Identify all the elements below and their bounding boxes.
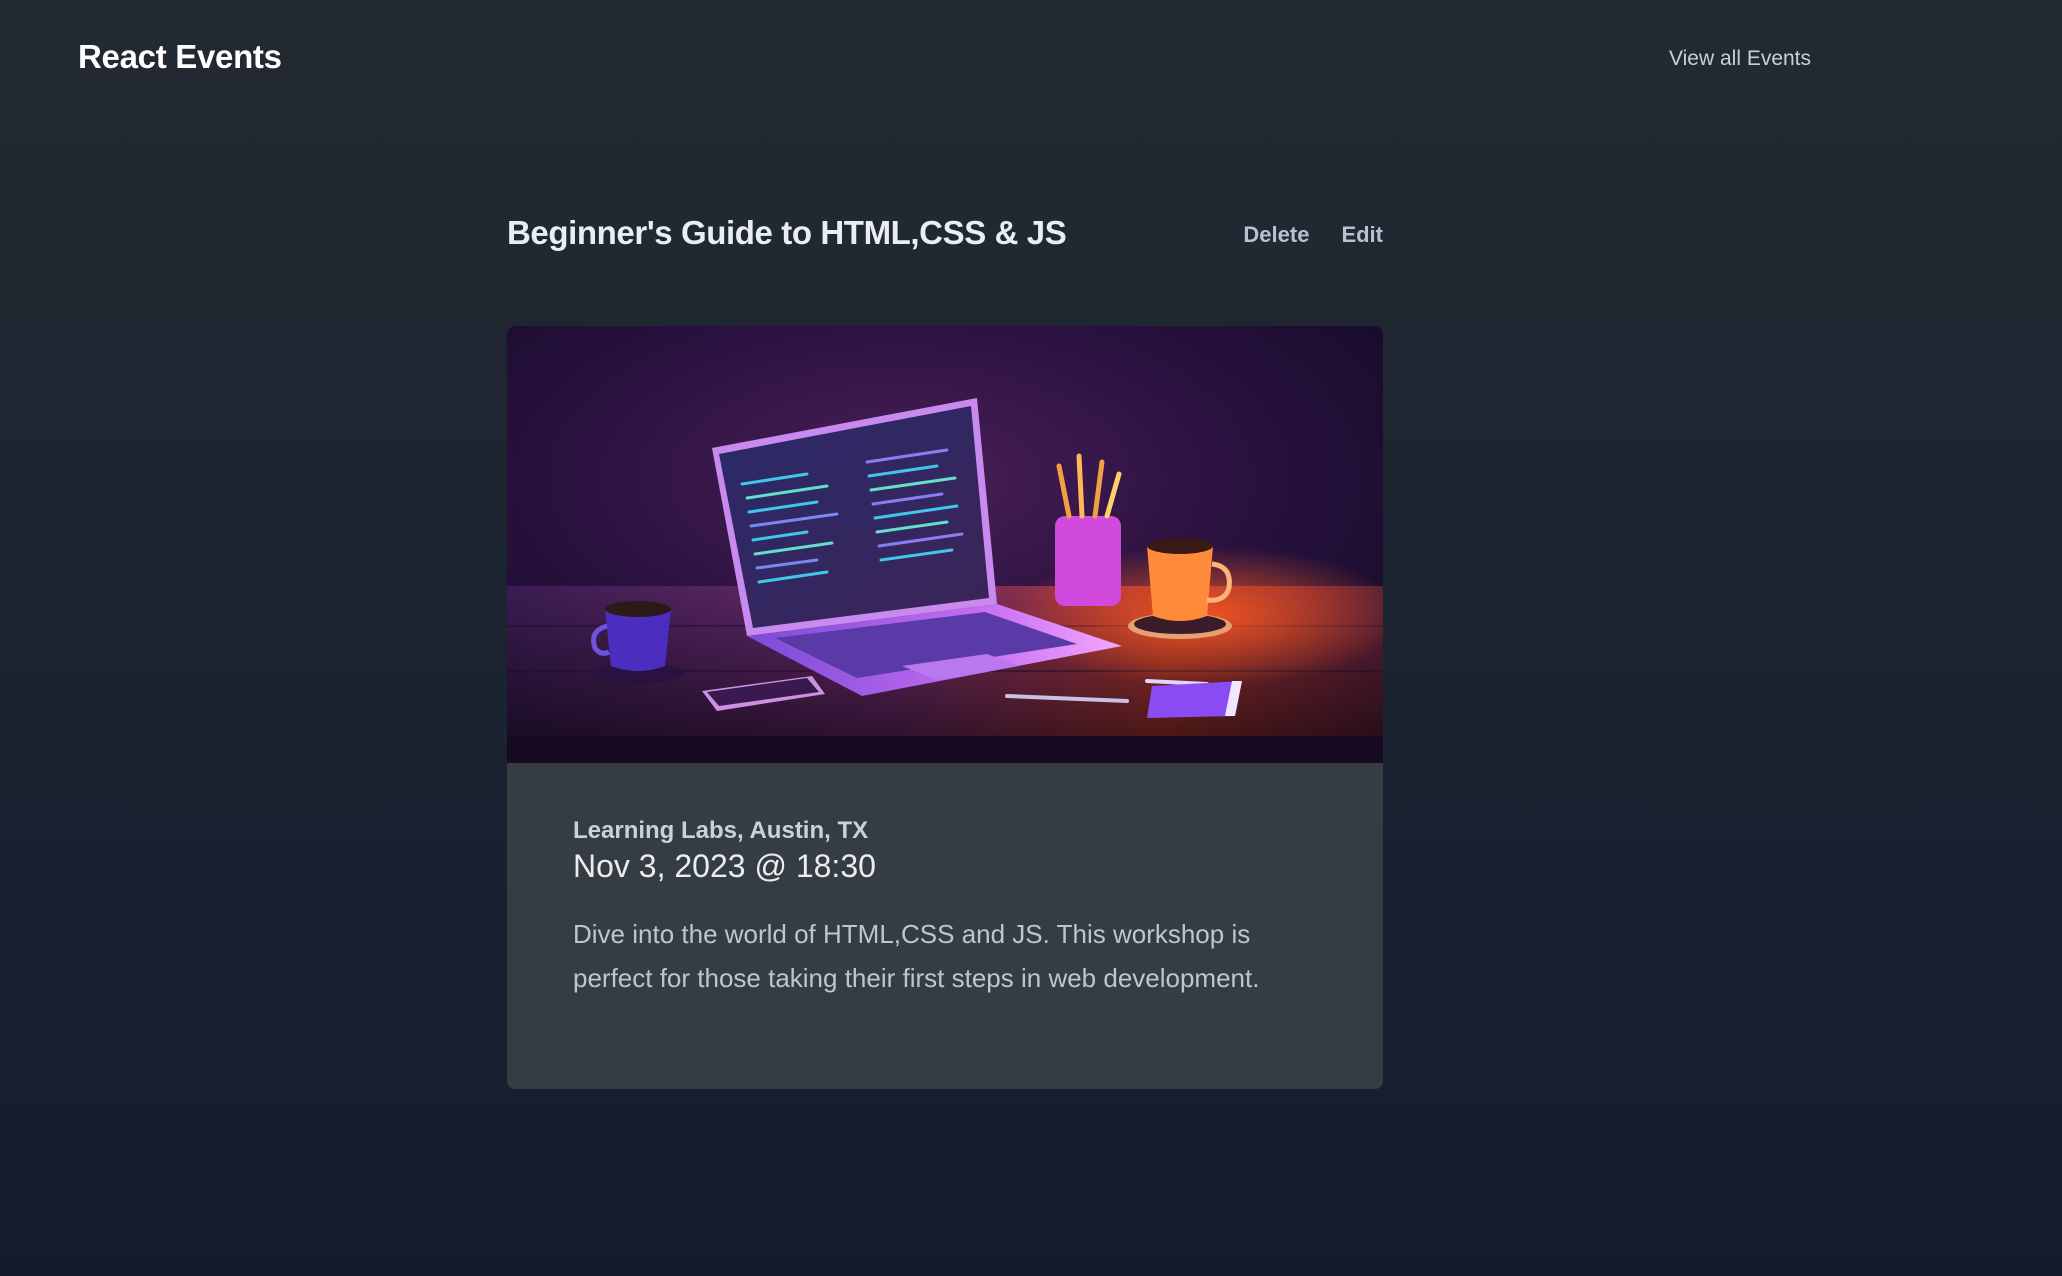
event-venue: Learning Labs, Austin, TX bbox=[573, 817, 869, 844]
brand-logo-link[interactable]: React Events bbox=[78, 38, 282, 76]
event-image bbox=[507, 326, 1383, 763]
event-title: Beginner's Guide to HTML,CSS & JS bbox=[507, 214, 1067, 251]
event-actions: Delete Edit bbox=[1243, 222, 1383, 248]
event-card: Learning Labs, Austin, TX Nov 3, 2023 @ … bbox=[507, 326, 1383, 1089]
top-navbar: React Events View all Events bbox=[0, 0, 2062, 120]
event-description: Dive into the world of HTML,CSS and JS. … bbox=[573, 919, 1260, 993]
event-card-body: Learning Labs, Austin, TX Nov 3, 2023 @ … bbox=[573, 816, 1333, 1026]
delete-button[interactable]: Delete bbox=[1243, 222, 1309, 248]
view-all-events-link[interactable]: View all Events bbox=[1669, 47, 1811, 71]
event-header: Beginner's Guide to HTML,CSS & JS Delete… bbox=[507, 212, 1383, 262]
event-datetime: Nov 3, 2023 @ 18:30 bbox=[573, 848, 876, 884]
edit-button[interactable]: Edit bbox=[1341, 222, 1383, 248]
